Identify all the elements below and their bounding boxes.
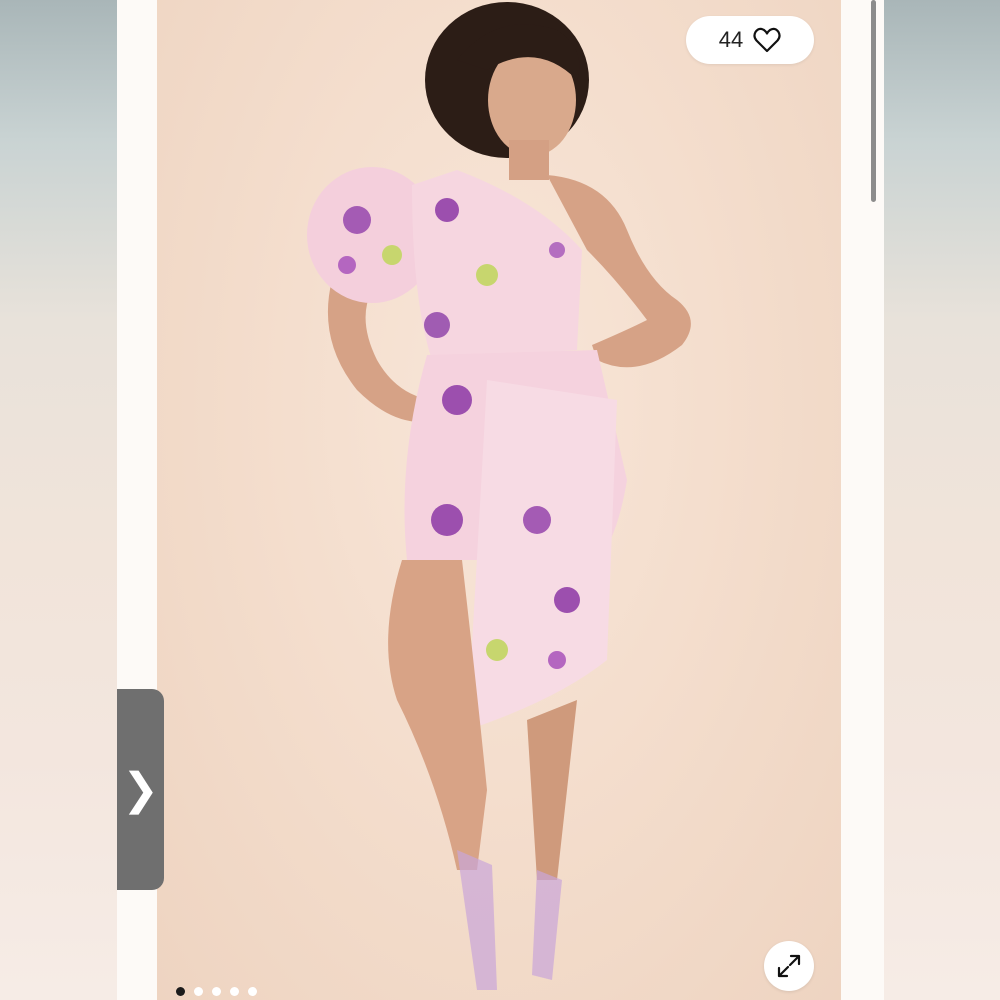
carousel-dot[interactable] — [212, 987, 221, 996]
like-button[interactable]: 44 — [686, 16, 814, 64]
product-photo[interactable] — [157, 0, 841, 1000]
carousel-dot[interactable] — [230, 987, 239, 996]
next-image-button[interactable]: ❯ — [117, 689, 164, 890]
heart-icon — [753, 27, 781, 53]
carousel-dot[interactable] — [248, 987, 257, 996]
chevron-right-icon: ❯ — [122, 764, 159, 814]
blurred-backdrop-left — [0, 0, 117, 1000]
like-count: 44 — [718, 27, 744, 52]
blurred-backdrop-right — [884, 0, 1000, 1000]
carousel-indicator — [176, 987, 257, 996]
model-illustration — [307, 2, 691, 990]
carousel-dot-active[interactable] — [176, 987, 185, 996]
scrollbar-thumb[interactable] — [871, 0, 876, 202]
carousel-dot[interactable] — [194, 987, 203, 996]
expand-image-button[interactable] — [764, 941, 814, 991]
expand-arrows-icon — [777, 954, 801, 978]
